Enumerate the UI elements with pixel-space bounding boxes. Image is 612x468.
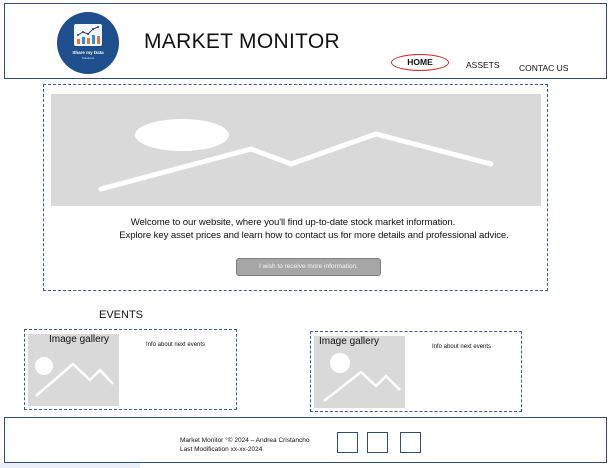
page: Share my Data Solutions MARKET MONITOR H… xyxy=(0,0,612,468)
nav-home-link[interactable]: HOME xyxy=(391,54,449,71)
site-footer: Market Monitor °© 2024 – Andrea Cristanc… xyxy=(4,417,607,463)
more-info-button[interactable]: I wish to receive more information. xyxy=(236,258,381,276)
social-box-icon[interactable] xyxy=(367,432,388,453)
nav-assets-link[interactable]: ASSETS xyxy=(466,60,500,70)
site-logo[interactable]: Share my Data Solutions xyxy=(57,12,119,74)
events-heading: EVENTS xyxy=(99,309,144,321)
footer-copyright: Market Monitor °© 2024 – Andrea Cristanc… xyxy=(180,437,310,444)
social-box-icon[interactable] xyxy=(337,432,358,453)
hero-explore-text: Explore key asset prices and learn how t… xyxy=(119,230,509,241)
image-placeholder-icon xyxy=(51,94,541,206)
site-title: MARKET MONITOR xyxy=(144,30,340,53)
image-gallery-label: Image gallery xyxy=(49,334,110,345)
bar-chart-logo-icon xyxy=(74,24,102,46)
event-card[interactable]: Image gallery Info about next events xyxy=(24,329,237,410)
social-box-icon[interactable] xyxy=(400,432,421,453)
event-info-text: Info about next events xyxy=(146,342,206,348)
logo-text-secondary: Solutions xyxy=(81,56,95,60)
hero-welcome-text: Welcome to our website, where you'll fin… xyxy=(130,217,456,228)
window-edge-strip xyxy=(0,463,140,468)
site-header: Share my Data Solutions MARKET MONITOR H… xyxy=(4,3,607,79)
event-info-text: Info about next events xyxy=(432,344,492,350)
event-card[interactable]: Image gallery Info about next events xyxy=(310,331,522,412)
footer-last-modified: Last Modification xx-xx-2024 xyxy=(180,446,263,453)
logo-text-primary: Share my Data xyxy=(72,50,104,55)
image-gallery-label: Image gallery xyxy=(319,336,380,347)
nav-contact-link[interactable]: CONTAC US xyxy=(519,63,568,73)
